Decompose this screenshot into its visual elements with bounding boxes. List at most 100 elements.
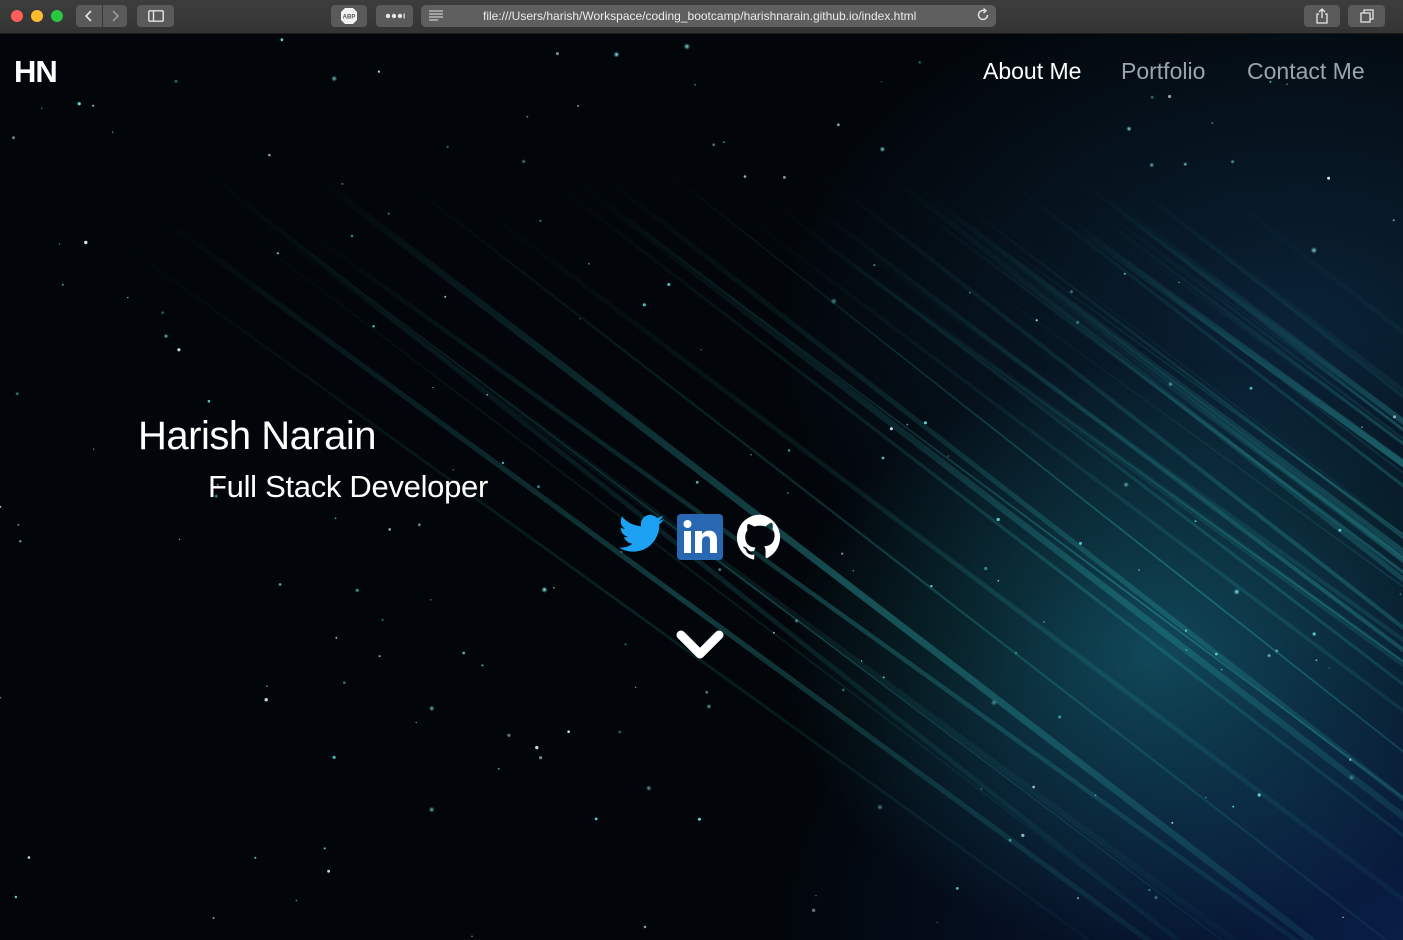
address-bar[interactable]: file:///Users/harish/Workspace/coding_bo…: [421, 5, 996, 27]
star-dot: [1123, 481, 1130, 488]
nav-about-me[interactable]: About Me: [983, 58, 1081, 85]
reload-icon[interactable]: [976, 8, 990, 22]
star-dot: [481, 664, 484, 667]
star-dot: [1393, 415, 1396, 419]
star-dot: [1150, 95, 1154, 99]
star-dot: [377, 70, 380, 73]
star-dot: [881, 456, 885, 460]
star-dot: [177, 348, 181, 352]
star-dot: [0, 696, 2, 699]
minimize-window-button[interactable]: [31, 10, 43, 22]
star-dot: [331, 75, 338, 82]
star-dot: [683, 43, 691, 50]
star-dot: [62, 283, 64, 286]
chevron-down-icon: [676, 630, 724, 659]
star-dot: [1149, 162, 1155, 168]
star-dot: [1392, 219, 1395, 222]
star-dot: [695, 480, 699, 484]
star-dot: [41, 107, 43, 109]
star-dot: [127, 296, 129, 299]
zoom-window-button[interactable]: [51, 10, 63, 22]
star-dot: [930, 585, 933, 588]
star-dot: [280, 38, 284, 42]
twitter-link[interactable]: [618, 514, 665, 559]
site-logo[interactable]: HN: [14, 54, 58, 90]
star-dot: [882, 676, 885, 679]
forward-icon: [112, 10, 120, 22]
light-streak: [305, 229, 1300, 940]
star-dot: [706, 703, 712, 710]
star-dot: [794, 618, 799, 624]
reader-icon[interactable]: [429, 10, 443, 21]
star-dot: [1342, 916, 1344, 919]
star-dot: [276, 252, 279, 255]
star-dot: [334, 517, 337, 520]
star-dot: [786, 492, 789, 495]
light-streak: [156, 213, 1152, 940]
star-dot: [1043, 621, 1045, 623]
sidebar-button[interactable]: [137, 5, 174, 27]
star-dot: [15, 392, 19, 396]
star-dot: [712, 143, 715, 146]
more-button[interactable]: [376, 5, 413, 27]
light-streak: [229, 192, 1223, 940]
star-dot: [295, 899, 298, 902]
star-dot: [997, 579, 1000, 582]
star-dot: [59, 243, 61, 245]
scroll-down-button[interactable]: [675, 628, 725, 667]
star-dot: [387, 212, 390, 215]
adblock-icon: ABP: [341, 8, 357, 24]
star-dot: [990, 699, 998, 706]
star-dot: [642, 303, 646, 307]
star-dot: [1079, 541, 1082, 545]
star-dot: [446, 145, 449, 148]
star-dot: [12, 136, 15, 140]
star-dot: [343, 681, 346, 684]
star-dot: [936, 921, 938, 924]
forward-button[interactable]: [103, 5, 127, 27]
star-dot: [879, 146, 886, 153]
star-dot: [718, 568, 722, 571]
nav-contact-me[interactable]: Contact Me: [1247, 58, 1365, 85]
star-dot: [1348, 774, 1355, 781]
star-dot: [268, 153, 271, 157]
back-button[interactable]: [76, 5, 102, 27]
star-dot: [841, 687, 846, 693]
star-dot: [837, 123, 840, 127]
adblock-label: ABP: [343, 15, 356, 21]
star-dot: [876, 804, 884, 811]
star-dot: [643, 925, 647, 929]
close-window-button[interactable]: [11, 10, 23, 22]
star-dot: [1178, 281, 1180, 284]
star-dot: [567, 730, 570, 733]
star-dot: [555, 52, 560, 56]
tabs-overview-button[interactable]: [1348, 5, 1385, 27]
star-dot: [996, 517, 1000, 522]
star-dot: [77, 102, 81, 106]
star-dot: [667, 283, 671, 286]
star-dot: [880, 81, 883, 83]
star-dot: [1233, 588, 1240, 595]
star-dot: [355, 588, 359, 592]
star-dot: [645, 785, 652, 792]
star-dot: [722, 141, 725, 144]
share-icon: [1316, 8, 1328, 24]
tabs-icon: [1359, 9, 1374, 23]
star-dot: [1008, 838, 1012, 842]
star-dot: [594, 817, 598, 821]
star-dot: [278, 583, 282, 586]
star-dot: [694, 83, 697, 86]
nav-portfolio[interactable]: Portfolio: [1121, 58, 1205, 85]
linkedin-link[interactable]: [677, 514, 723, 565]
star-dot: [787, 449, 791, 452]
star-dot: [1148, 888, 1151, 892]
star-dot: [1183, 162, 1188, 167]
star-dot: [860, 660, 863, 662]
adblock-button[interactable]: ABP: [331, 5, 367, 27]
star-dot: [1274, 648, 1279, 653]
share-button[interactable]: [1304, 5, 1340, 27]
github-link[interactable]: [732, 514, 788, 565]
star-dot: [1171, 821, 1174, 824]
star-dot: [471, 935, 473, 937]
star-dot: [1315, 659, 1318, 662]
